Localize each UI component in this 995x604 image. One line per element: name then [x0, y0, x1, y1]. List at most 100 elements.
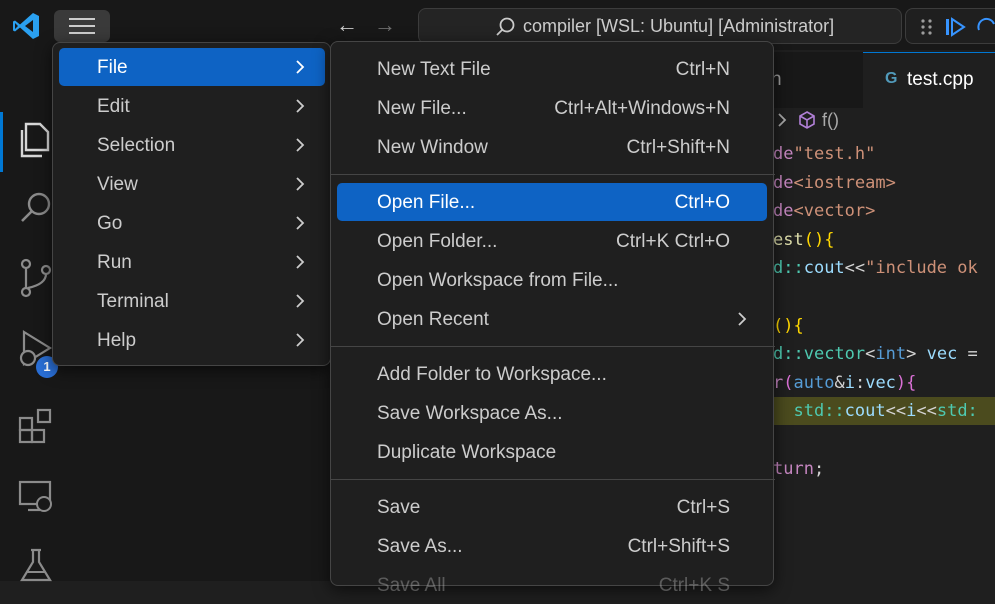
menu-item-shortcut: Ctrl+K S — [658, 575, 730, 596]
menu-item-selection[interactable]: Selection — [59, 126, 325, 164]
file-menu-item-add-folder-to-workspace[interactable]: Add Folder to Workspace... — [337, 355, 767, 393]
menu-item-label: New File... — [377, 98, 467, 119]
chevron-right-icon — [296, 99, 305, 113]
menu-item-shortcut: Ctrl+K Ctrl+O — [615, 231, 730, 252]
menu-item-edit[interactable]: Edit — [59, 87, 325, 125]
code-token: << — [844, 258, 866, 279]
menu-item-label: New Text File — [377, 59, 491, 80]
tab-test-cpp[interactable]: G test.cpp — [863, 52, 995, 108]
file-menu-item-duplicate-workspace[interactable]: Duplicate Workspace — [337, 433, 767, 471]
menu-item-label: Help — [97, 330, 137, 351]
menu-item-go[interactable]: Go — [59, 204, 325, 242]
menu-item-terminal[interactable]: Terminal — [59, 282, 325, 320]
code-token: de — [773, 172, 794, 193]
code-token: & — [834, 372, 845, 393]
active-view-indicator — [0, 112, 3, 172]
extensions-icon[interactable] — [14, 402, 58, 446]
file-menu-item-save-as[interactable]: Save As... Ctrl+Shift+S — [337, 527, 767, 565]
menu-item-label: Save All — [377, 575, 446, 596]
menu-item-label: Save As... — [377, 536, 463, 557]
code-line: d::vector<int> vec = — [773, 340, 995, 368]
code-token: << — [885, 401, 907, 422]
chevron-right-icon — [296, 255, 305, 269]
code-token: = — [957, 344, 978, 365]
menu-item-shortcut: Ctrl+Shift+N — [626, 137, 730, 158]
code-token: << — [916, 401, 937, 422]
menu-item-run[interactable]: Run — [59, 243, 325, 281]
menu-item-shortcut: Ctrl+O — [674, 192, 730, 213]
file-menu-item-open-folder[interactable]: Open Folder... Ctrl+K Ctrl+O — [337, 222, 767, 260]
code-token: d:: — [773, 258, 804, 279]
menu-item-label: Duplicate Workspace — [377, 442, 557, 463]
menu-item-label: Edit — [97, 96, 130, 117]
code-token: i — [844, 372, 855, 393]
code-token: ; — [813, 458, 825, 479]
forward-arrow-icon[interactable]: → — [372, 12, 398, 38]
code-token: d:: — [773, 344, 804, 365]
code-token: (){ — [773, 315, 804, 336]
menu-item-shortcut: Ctrl+S — [676, 497, 730, 518]
code-line: de<iostream> — [773, 169, 995, 197]
menu-item-shortcut: Ctrl+Alt+Windows+N — [554, 98, 730, 119]
command-center[interactable]: compiler [WSL: Ubuntu] [Administrator] — [418, 8, 902, 44]
code-token: vec — [926, 344, 958, 365]
application-menu-button[interactable] — [54, 10, 110, 42]
menu-item-label: Open Folder... — [377, 231, 498, 252]
code-token: "include ok — [865, 258, 978, 279]
code-token: : — [854, 372, 866, 393]
chevron-right-icon — [738, 312, 747, 326]
editor-tab-bar: h G test.cpp — [771, 52, 995, 108]
file-menu-item-open-workspace-from-file[interactable]: Open Workspace from File... — [337, 261, 767, 299]
code-token: cout — [803, 258, 845, 279]
testing-icon[interactable] — [14, 544, 58, 588]
symbol-method-icon — [799, 111, 815, 129]
menu-item-file[interactable]: File — [59, 48, 325, 86]
breadcrumb-symbol: f() — [822, 110, 840, 130]
menu-item-help[interactable]: Help — [59, 321, 325, 359]
menu-item-shortcut: Ctrl+Shift+S — [627, 536, 730, 557]
file-menu-item-new-text-file[interactable]: New Text File Ctrl+N — [337, 50, 767, 88]
back-arrow-icon[interactable]: ← — [334, 12, 360, 38]
file-menu-item-save-all[interactable]: Save All Ctrl+K S — [337, 566, 767, 604]
code-line: r(auto&i:vec){ — [773, 369, 995, 397]
code-line: de"test.h" — [773, 140, 995, 168]
continue-icon[interactable] — [944, 16, 966, 38]
chevron-right-icon — [296, 60, 305, 74]
menu-item-label: Terminal — [97, 291, 169, 312]
file-menu-item-save[interactable]: Save Ctrl+S — [337, 488, 767, 526]
code-token: i — [906, 401, 917, 422]
code-token: r — [773, 372, 784, 393]
step-over-icon[interactable] — [976, 16, 995, 38]
chevron-right-icon — [296, 138, 305, 152]
code-token: < — [865, 344, 876, 365]
menu-item-label: Go — [97, 213, 123, 234]
menu-item-label: New Window — [377, 137, 488, 158]
menu-item-label: Open Workspace from File... — [377, 270, 619, 291]
file-menu-item-new-window[interactable]: New Window Ctrl+Shift+N — [337, 128, 767, 166]
drag-handle-icon[interactable] — [920, 18, 934, 36]
command-center-label: compiler [WSL: Ubuntu] [Administrator] — [523, 16, 835, 36]
file-menu-item-open-file[interactable]: Open File... Ctrl+O — [337, 183, 767, 221]
code-token: turn — [773, 458, 814, 479]
menu-item-shortcut: Ctrl+N — [675, 59, 730, 80]
code-token: > — [906, 344, 927, 365]
code-token: std:: — [793, 401, 845, 422]
file-menu-item-new-file[interactable]: New File... Ctrl+Alt+Windows+N — [337, 89, 767, 127]
menu-item-label: File — [97, 57, 128, 78]
tab-inactive[interactable]: h — [771, 52, 863, 108]
file-menu-item-save-workspace-as[interactable]: Save Workspace As... — [337, 394, 767, 432]
remote-explorer-icon[interactable] — [14, 474, 58, 518]
menu-separator — [331, 346, 775, 347]
breadcrumb[interactable]: f() — [776, 110, 839, 134]
cpp-file-icon: G — [885, 70, 898, 87]
code-token: <iostream> — [793, 172, 896, 193]
file-menu-item-open-recent[interactable]: Open Recent — [337, 300, 767, 338]
menu-item-label: Save — [377, 497, 421, 518]
code-token: (){ — [803, 229, 835, 250]
code-line: std::cout<<i<<std: — [773, 397, 995, 426]
menu-item-view[interactable]: View — [59, 165, 325, 203]
code-token: ( — [783, 372, 794, 393]
